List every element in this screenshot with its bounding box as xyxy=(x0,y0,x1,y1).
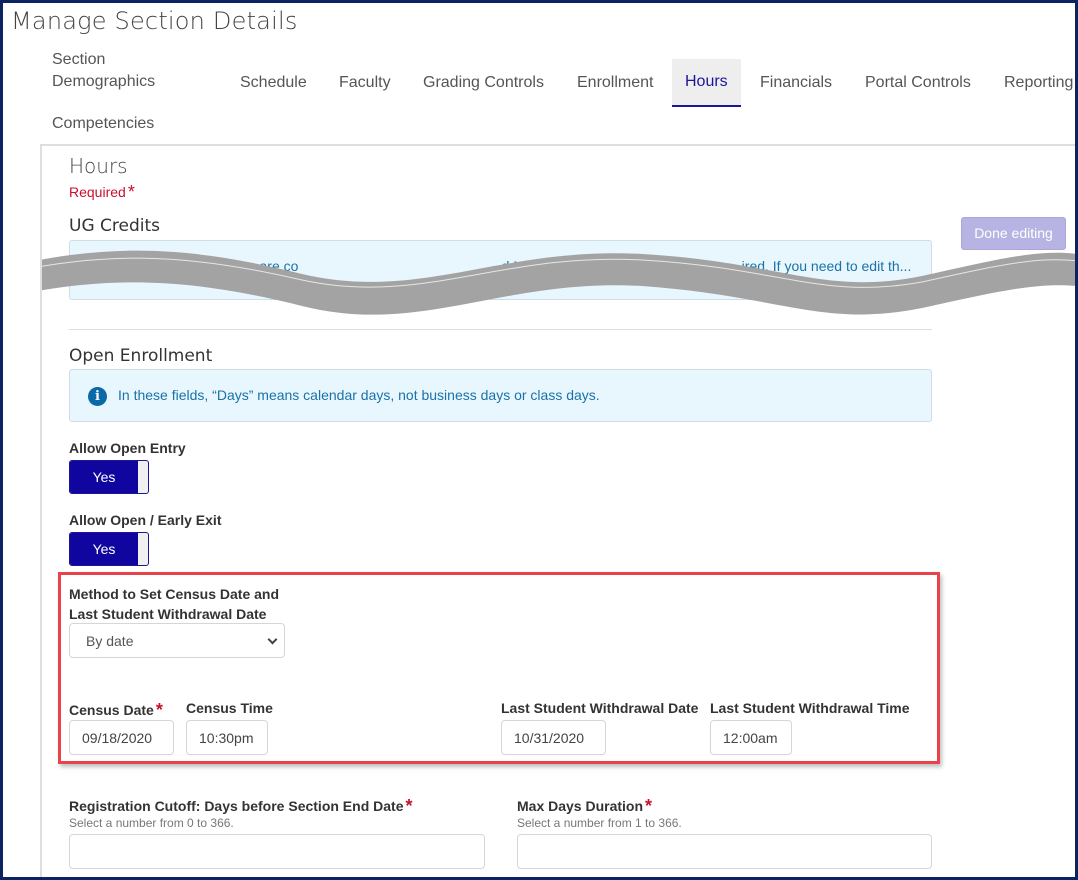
census-date-label: Census Date * xyxy=(69,700,163,721)
method-label-line2: Last Student Withdrawal Date xyxy=(69,606,267,622)
section-divider xyxy=(69,329,932,330)
ug-credits-heading: UG Credits xyxy=(69,216,161,236)
content-break-wave xyxy=(42,250,1075,315)
withdrawal-date-input[interactable]: 10/31/2020 xyxy=(501,720,606,755)
registration-cutoff-label: Registration Cutoff: Days before Section… xyxy=(69,796,413,817)
max-days-help: Select a number from 1 to 366. xyxy=(517,816,682,830)
max-days-label-text: Max Days Duration xyxy=(517,798,644,814)
tab-competencies[interactable]: Competencies xyxy=(52,115,154,133)
required-note: Required * xyxy=(69,182,135,203)
required-star: * xyxy=(155,700,163,720)
section-tabs: Section Demographics Schedule Faculty Gr… xyxy=(3,43,1075,143)
allow-open-entry-label: Allow Open Entry xyxy=(69,440,186,456)
tab-section-demographics[interactable]: Section Demographics xyxy=(52,49,155,93)
app-window: Manage Section Details Section Demograph… xyxy=(3,3,1075,877)
census-time-input[interactable]: 10:30pm xyxy=(186,720,268,755)
withdrawal-date-label: Last Student Withdrawal Date xyxy=(501,700,699,716)
registration-cutoff-help: Select a number from 0 to 366. xyxy=(69,816,234,830)
tab-schedule[interactable]: Schedule xyxy=(240,74,307,92)
max-days-label: Max Days Duration * xyxy=(517,796,652,817)
tab-label-line2: Demographics xyxy=(52,73,156,90)
info-icon: i xyxy=(88,387,107,406)
tab-label-line1: Section xyxy=(52,51,106,68)
tab-financials[interactable]: Financials xyxy=(760,74,832,92)
chevron-down-icon xyxy=(267,634,278,645)
method-select[interactable]: By date xyxy=(69,623,285,658)
open-enrollment-heading: Open Enrollment xyxy=(69,346,213,366)
registration-cutoff-input[interactable] xyxy=(69,834,485,869)
tab-enrollment[interactable]: Enrollment xyxy=(577,74,653,92)
tab-portal-controls[interactable]: Portal Controls xyxy=(865,74,971,92)
method-label-line1: Method to Set Census Date and xyxy=(69,586,280,602)
info-text: In these fields, “Days” means calendar d… xyxy=(118,387,600,403)
required-star: * xyxy=(405,796,413,816)
withdrawal-time-input[interactable]: 12:00am xyxy=(710,720,792,755)
allow-early-exit-toggle[interactable]: Yes xyxy=(69,532,149,566)
tab-grading-controls[interactable]: Grading Controls xyxy=(423,74,544,92)
required-text: Required xyxy=(69,184,126,200)
tab-reporting[interactable]: Reporting xyxy=(1004,74,1073,92)
method-label: Method to Set Census Date and Last Stude… xyxy=(69,584,279,624)
hours-title: Hours xyxy=(69,154,128,178)
page-title: Manage Section Details xyxy=(11,7,298,35)
toggle-yes: Yes xyxy=(70,461,138,493)
allow-open-entry-toggle[interactable]: Yes xyxy=(69,460,149,494)
tab-faculty[interactable]: Faculty xyxy=(339,74,391,92)
census-time-label: Census Time xyxy=(186,700,273,716)
toggle-yes: Yes xyxy=(70,533,138,565)
tab-hours[interactable]: Hours xyxy=(672,59,741,107)
max-days-input[interactable] xyxy=(517,834,932,869)
hours-panel: Hours Required * UG Credits Done editing … xyxy=(40,144,1075,877)
census-date-label-text: Census Date xyxy=(69,702,154,718)
method-selected-value: By date xyxy=(86,633,134,649)
registration-cutoff-label-text: Registration Cutoff: Days before Section… xyxy=(69,798,404,814)
withdrawal-time-label: Last Student Withdrawal Time xyxy=(710,700,910,716)
census-date-input[interactable]: 09/18/2020 xyxy=(69,720,174,755)
open-enrollment-info: i In these fields, “Days” means calendar… xyxy=(69,369,932,422)
allow-early-exit-label: Allow Open / Early Exit xyxy=(69,512,222,528)
required-star: * xyxy=(645,796,653,816)
required-star: * xyxy=(127,182,135,202)
